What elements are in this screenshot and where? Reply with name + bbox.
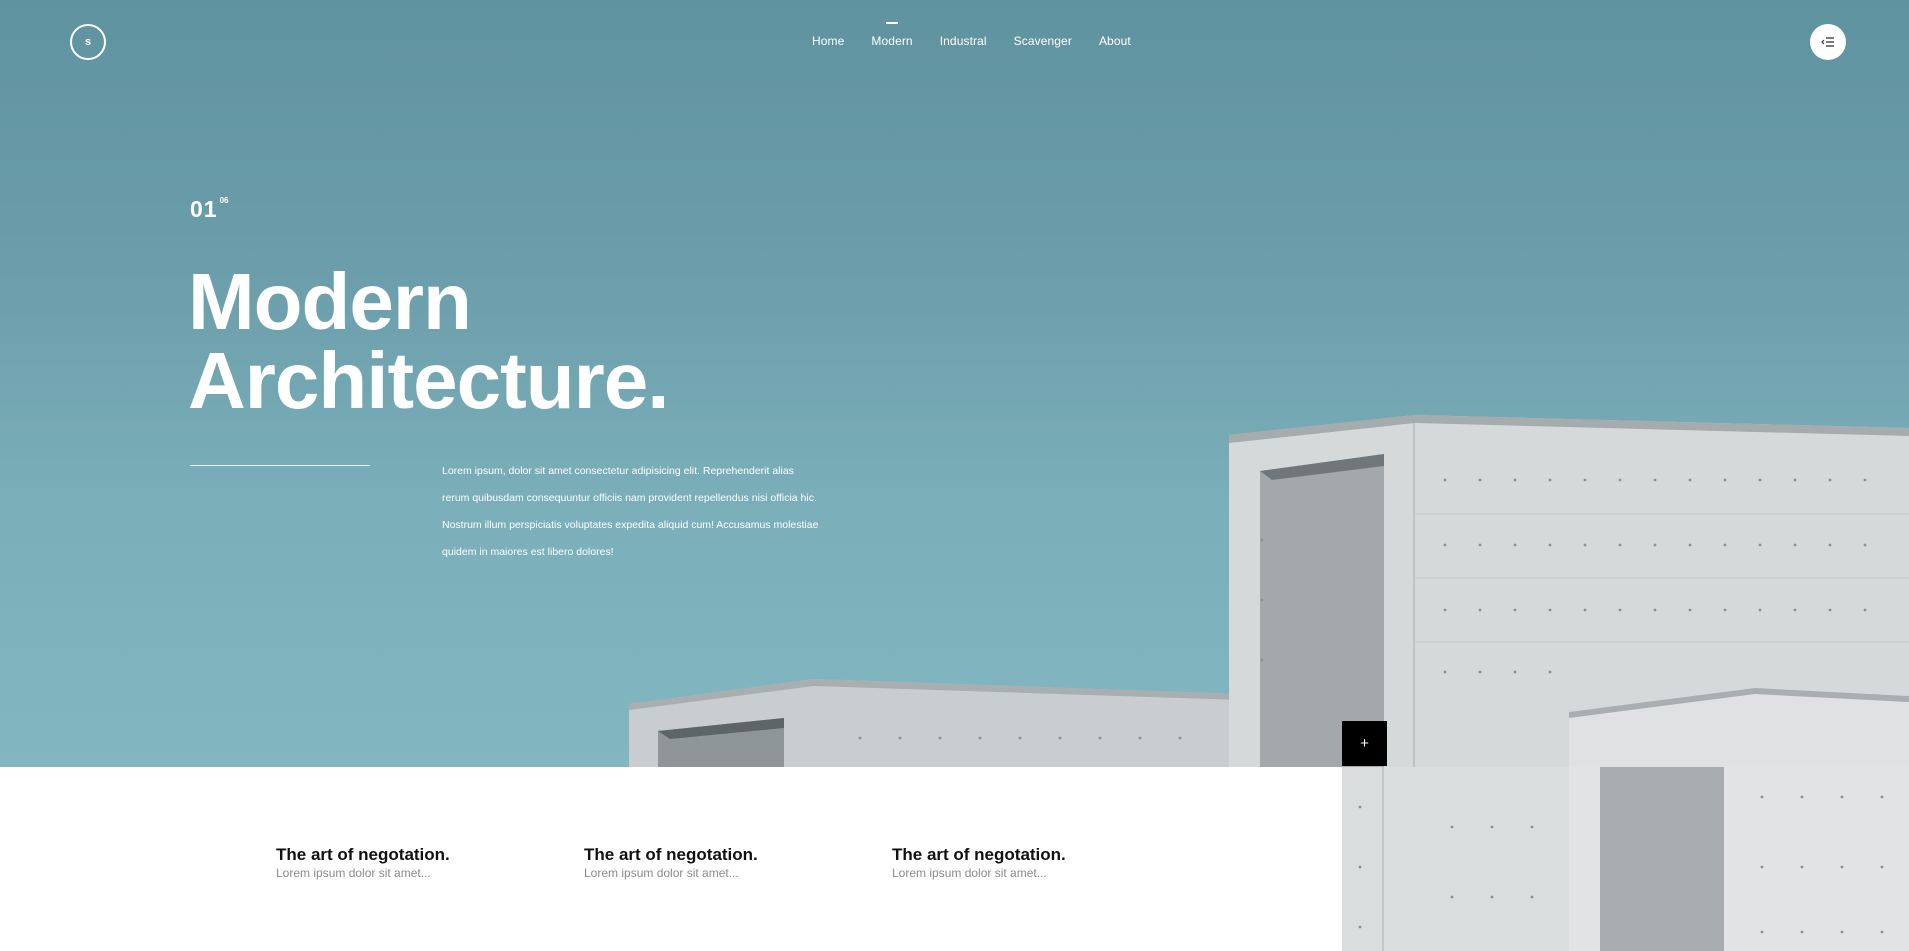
logo[interactable]: s [70, 24, 106, 60]
article-card[interactable]: The art of negotation. Lorem ipsum dolor… [584, 845, 844, 881]
hero-section: s Home Modern Industral Scavenger About … [0, 0, 1909, 767]
menu-lines-icon [1821, 37, 1834, 47]
nav-item-scavenger[interactable]: Scavenger [1014, 34, 1072, 48]
nav-item-modern[interactable]: Modern [871, 34, 912, 48]
plus-icon: + [1360, 735, 1369, 752]
hero-title-line1: Modern [188, 257, 472, 346]
slide-total: 06 [219, 196, 229, 205]
nav-item-industral[interactable]: Industral [940, 34, 987, 48]
nav-item-home[interactable]: Home [812, 34, 844, 48]
menu-button[interactable] [1810, 24, 1846, 60]
article-title: The art of negotation. [892, 845, 1066, 864]
article-title: The art of negotation. [276, 845, 450, 864]
article-excerpt: Lorem ipsum dolor sit amet... [584, 866, 739, 880]
article-card[interactable]: The art of negotation. Lorem ipsum dolor… [892, 845, 1152, 881]
title-divider [190, 465, 370, 466]
slide-current: 01 [190, 196, 218, 222]
article-title: The art of negotation. [584, 845, 758, 864]
main-nav: Home Modern Industral Scavenger About [812, 34, 1158, 48]
article-excerpt: Lorem ipsum dolor sit amet... [276, 866, 431, 880]
hero-title: Modern Architecture. [188, 262, 669, 421]
logo-letter: s [84, 36, 92, 48]
expand-button[interactable]: + [1342, 721, 1387, 766]
article-excerpt: Lorem ipsum dolor sit amet... [892, 866, 1047, 880]
article-card[interactable]: The art of negotation. Lorem ipsum dolor… [276, 845, 536, 881]
building-image-lower [1342, 767, 1909, 951]
slide-counter: 01 06 [190, 196, 229, 223]
nav-item-about[interactable]: About [1099, 34, 1131, 48]
hero-description: Lorem ipsum, dolor sit amet consectetur … [442, 465, 819, 558]
hero-title-line2: Architecture. [188, 336, 669, 425]
